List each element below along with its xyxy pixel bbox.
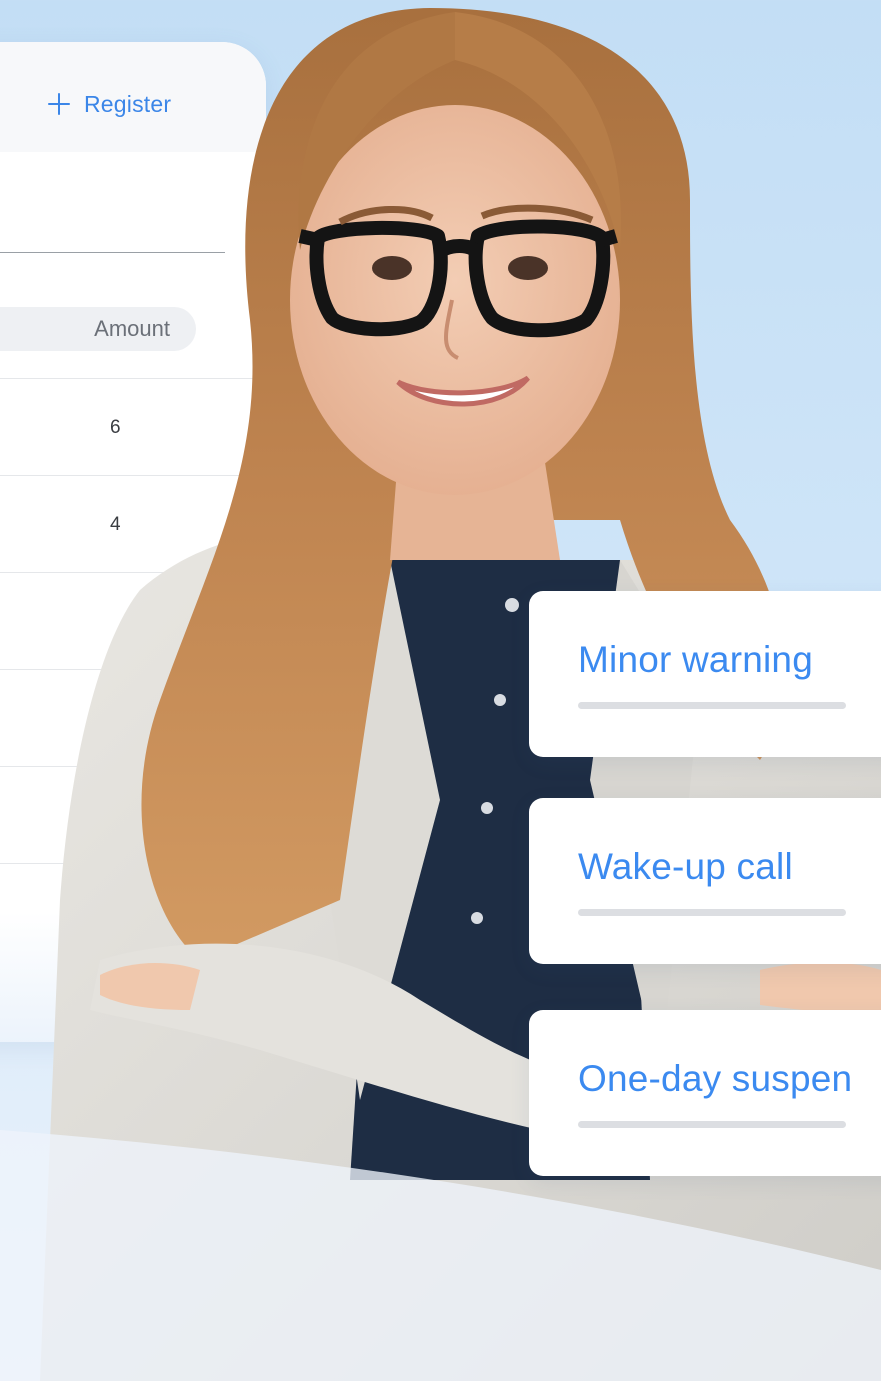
option-bar [578,909,846,916]
option-label: One-day suspen [578,1058,853,1099]
option-bar [578,1121,846,1128]
bottom-wave [0,1130,881,1381]
option-card-wake-up-call[interactable]: Wake-up call [529,798,881,964]
option-card-minor-warning[interactable]: Minor warning [529,591,881,757]
option-bar [578,702,846,709]
option-label: Wake-up call [578,846,793,887]
option-label: Minor warning [578,639,813,680]
